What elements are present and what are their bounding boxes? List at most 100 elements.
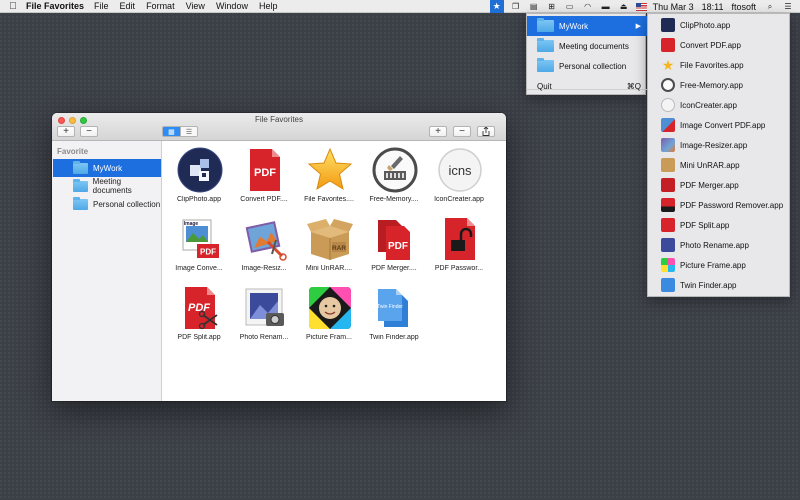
notification-center-icon[interactable]: ☰: [782, 2, 794, 12]
remove-item-button[interactable]: −: [453, 126, 471, 137]
submenu-item-file-favorites[interactable]: ★ File Favorites.app: [648, 55, 791, 75]
grid-item-label: Picture Fram...: [306, 334, 352, 341]
sidebar-item-mywork[interactable]: MyWork: [53, 159, 161, 177]
rar-box-icon: RAR: [307, 216, 353, 262]
favorites-grid: ClipPhoto.app PDF Convert PDF.... File F…: [163, 141, 506, 401]
menu-edit[interactable]: Edit: [120, 1, 136, 11]
grid-status-icon[interactable]: ⊞: [546, 2, 558, 12]
sidebar-item-label: Personal collection: [93, 199, 161, 209]
convert-pdf-icon: PDF: [242, 147, 288, 193]
pdf-split-icon: [661, 218, 675, 232]
grid-item-pdf-password-remover[interactable]: PDF Passwor...: [427, 210, 491, 280]
battery-icon[interactable]: ▬: [600, 2, 612, 12]
status-menu-item-mywork[interactable]: MyWork ▶: [527, 16, 647, 36]
grid-item-label: IconCreater.app: [434, 196, 484, 203]
menu-help[interactable]: Help: [259, 1, 278, 11]
grid-item-mini-unrar[interactable]: RAR Mini UnRAR....: [297, 210, 361, 280]
menu-format[interactable]: Format: [146, 1, 175, 11]
share-icon[interactable]: [477, 126, 495, 137]
list-view-icon[interactable]: ☰: [179, 127, 197, 136]
submenu-item-pdf-split[interactable]: PDF Split.app: [648, 215, 791, 235]
submenu-item-photo-rename[interactable]: Photo Rename.app: [648, 235, 791, 255]
status-menu-item-personal-collection[interactable]: Personal collection: [527, 56, 647, 76]
twin-finder-badge-text: Twin Finder: [377, 304, 403, 310]
grid-item-file-favorites[interactable]: File Favorites....: [297, 141, 361, 211]
spotlight-search-icon[interactable]: ⌕: [764, 2, 776, 12]
folder-icon: [73, 196, 88, 210]
status-menu-item-label: MyWork: [559, 21, 589, 31]
menubar-time[interactable]: 18:11: [702, 2, 724, 12]
wifi-icon[interactable]: ◠: [582, 2, 594, 12]
status-menu: MyWork ▶ Meeting documents Personal coll…: [526, 13, 647, 96]
icns-icon-text: icns: [448, 163, 472, 178]
submenu-item-picture-frame[interactable]: Picture Frame.app: [648, 255, 791, 275]
submenu-item-mini-unrar[interactable]: Mini UnRAR.app: [648, 155, 791, 175]
sidebar-heading: Favorite: [57, 147, 89, 156]
grid-item-photo-rename[interactable]: Photo Renam...: [232, 279, 296, 349]
menu-app-name[interactable]: File Favorites: [26, 1, 84, 11]
submenu-item-twin-finder[interactable]: Twin Finder.app: [648, 275, 791, 295]
menu-file[interactable]: File: [94, 1, 109, 11]
submenu-item-label: IconCreater.app: [680, 100, 737, 110]
add-favorite-group-button[interactable]: +: [57, 126, 75, 137]
submenu-item-label: Twin Finder.app: [680, 280, 737, 290]
submenu-item-iconcreater[interactable]: IconCreater.app: [648, 95, 791, 115]
menubar-date[interactable]: Thu Mar 3: [653, 2, 694, 12]
submenu-item-label: Image-Resizer.app: [680, 140, 748, 150]
grid-item-label: Photo Renam...: [239, 334, 289, 341]
grid-item-iconcreater[interactable]: icns IconCreater.app: [427, 141, 491, 211]
menubar-user[interactable]: ftosoft: [731, 2, 756, 12]
pdf-split-icon: PDF: [177, 285, 223, 331]
file-favorites-window: File Favorites + − ▦ ☰ + − Favorite MyWo…: [52, 113, 506, 401]
grid-view-icon[interactable]: ▦: [163, 127, 180, 136]
grid-item-free-memory[interactable]: Free-Memory....: [362, 141, 426, 211]
submenu-item-free-memory[interactable]: Free-Memory.app: [648, 75, 791, 95]
mywork-submenu: ClipPhoto.app Convert PDF.app ★ File Fav…: [647, 13, 790, 297]
file-favorites-status-icon[interactable]: ★: [489, 0, 504, 13]
remove-favorite-group-button[interactable]: −: [80, 126, 98, 137]
menu-view[interactable]: View: [186, 1, 205, 11]
image-resizer-icon: [242, 216, 288, 262]
grid-item-twin-finder[interactable]: Twin Finder Twin Finder.app: [362, 279, 426, 349]
status-menu-item-label: Meeting documents: [559, 41, 629, 51]
grid-item-label: Image Conve...: [175, 265, 223, 272]
copy-status-icon[interactable]: ❐: [510, 2, 522, 12]
quit-menu-item[interactable]: Quit ⌘Q: [527, 76, 647, 96]
sidebar-item-meeting-documents[interactable]: Meeting documents: [53, 177, 161, 195]
grid-item-clipphoto[interactable]: ClipPhoto.app: [167, 141, 231, 211]
submenu-item-clipphoto[interactable]: ClipPhoto.app: [648, 15, 791, 35]
folder-icon: [73, 178, 88, 192]
submenu-item-convert-pdf[interactable]: Convert PDF.app: [648, 35, 791, 55]
window-titlebar: File Favorites + − ▦ ☰ + −: [52, 113, 506, 141]
submenu-item-label: Mini UnRAR.app: [680, 160, 740, 170]
grid-item-convert-pdf[interactable]: PDF Convert PDF....: [232, 141, 296, 211]
sidebar-item-personal-collection[interactable]: Personal collection: [53, 195, 161, 213]
grid-item-pdf-split[interactable]: PDF PDF Split.app: [167, 279, 231, 349]
menu-window[interactable]: Window: [216, 1, 248, 11]
submenu-item-pdf-merger[interactable]: PDF Merger.app: [648, 175, 791, 195]
submenu-item-label: Photo Rename.app: [680, 240, 749, 250]
status-menu-item-meeting-documents[interactable]: Meeting documents: [527, 36, 647, 56]
grid-item-label: Mini UnRAR....: [305, 265, 353, 272]
submenu-item-pdf-password-remover[interactable]: PDF Password Remover.app: [648, 195, 791, 215]
eject-icon[interactable]: ⏏: [618, 2, 630, 12]
us-flag-input-icon[interactable]: [635, 2, 647, 11]
grid-item-picture-frame[interactable]: Picture Fram...: [297, 279, 361, 349]
disk-status-icon[interactable]: ▭: [564, 2, 576, 12]
submenu-item-image-resizer[interactable]: Image-Resizer.app: [648, 135, 791, 155]
submenu-item-image-convert-pdf[interactable]: Image Convert PDF.app: [648, 115, 791, 135]
document-status-icon[interactable]: ▤: [528, 2, 540, 12]
pdf-lock-icon: [661, 198, 675, 212]
grid-item-image-convert-pdf[interactable]: Image PDF Image Conve...: [167, 210, 231, 280]
menu-bar:  File Favorites File Edit Format View W…: [0, 0, 800, 13]
grid-item-label: ClipPhoto.app: [177, 196, 221, 203]
star-icon: [307, 147, 353, 193]
apple-menu-icon[interactable]: : [0, 1, 26, 12]
submenu-item-label: ClipPhoto.app: [680, 20, 731, 30]
grid-item-pdf-merger[interactable]: PDF PDF Merger....: [362, 210, 426, 280]
add-item-button[interactable]: +: [429, 126, 447, 137]
grid-item-image-resizer[interactable]: Image-Resiz...: [232, 210, 296, 280]
quit-label: Quit: [537, 81, 552, 91]
icns-icon: [661, 98, 675, 112]
folder-icon: [537, 18, 554, 32]
